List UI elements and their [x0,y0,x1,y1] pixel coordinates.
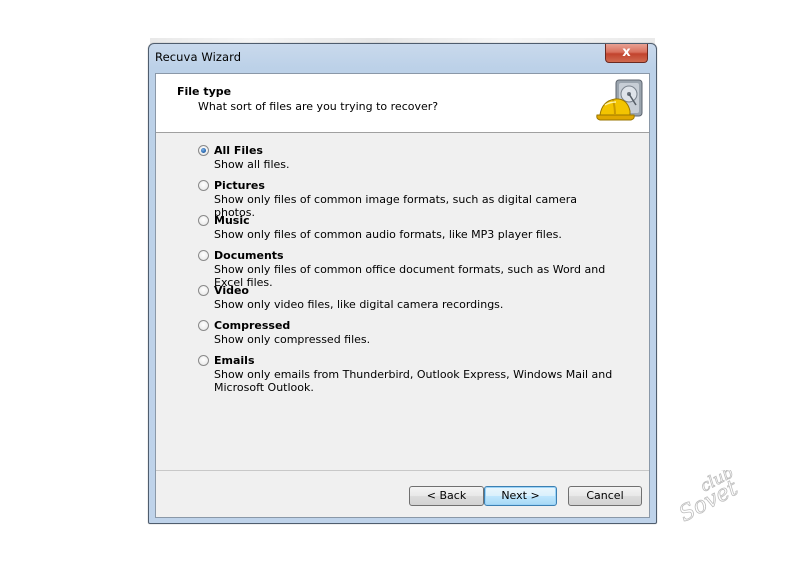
option-label: Video [214,284,249,297]
option-description: Show all files. [214,158,290,171]
recuva-logo-icon [596,79,643,121]
radio-video[interactable] [198,285,209,296]
option-description: Show only video files, like digital came… [214,298,504,311]
radio-emails[interactable] [198,355,209,366]
page-subtitle: What sort of files are you trying to rec… [198,100,439,113]
radio-pictures[interactable] [198,180,209,191]
radio-all-files[interactable] [198,145,209,156]
next-button[interactable]: Next > [484,486,557,506]
footer-divider [156,470,649,471]
close-icon: x [622,45,631,60]
page-title: File type [177,85,232,98]
window-title: Recuva Wizard [155,50,242,64]
option-description: Show only files of common office documen… [214,263,606,289]
cancel-button[interactable]: Cancel [568,486,642,506]
option-description: Show only files of common image formats,… [214,193,578,219]
wizard-window: Recuva Wizard x File type What sort of f… [148,43,657,524]
club-sovet-watermark: club Sovet [676,470,743,528]
option-label: Emails [214,354,255,367]
option-label: All Files [214,144,263,157]
radio-documents[interactable] [198,250,209,261]
radio-music[interactable] [198,215,209,226]
back-button[interactable]: < Back [409,486,484,506]
option-description: Show only emails from Thunderbird, Outlo… [214,368,613,394]
option-label: Compressed [214,319,291,332]
option-description: Show only compressed files. [214,333,371,346]
option-label: Music [214,214,250,227]
close-button[interactable]: x [605,44,648,63]
wizard-client-area: File type What sort of files are you try… [155,73,650,518]
wizard-header: File type What sort of files are you try… [156,74,649,133]
option-label: Pictures [214,179,265,192]
option-label: Documents [214,249,284,262]
option-description: Show only files of common audio formats,… [214,228,562,241]
radio-compressed[interactable] [198,320,209,331]
